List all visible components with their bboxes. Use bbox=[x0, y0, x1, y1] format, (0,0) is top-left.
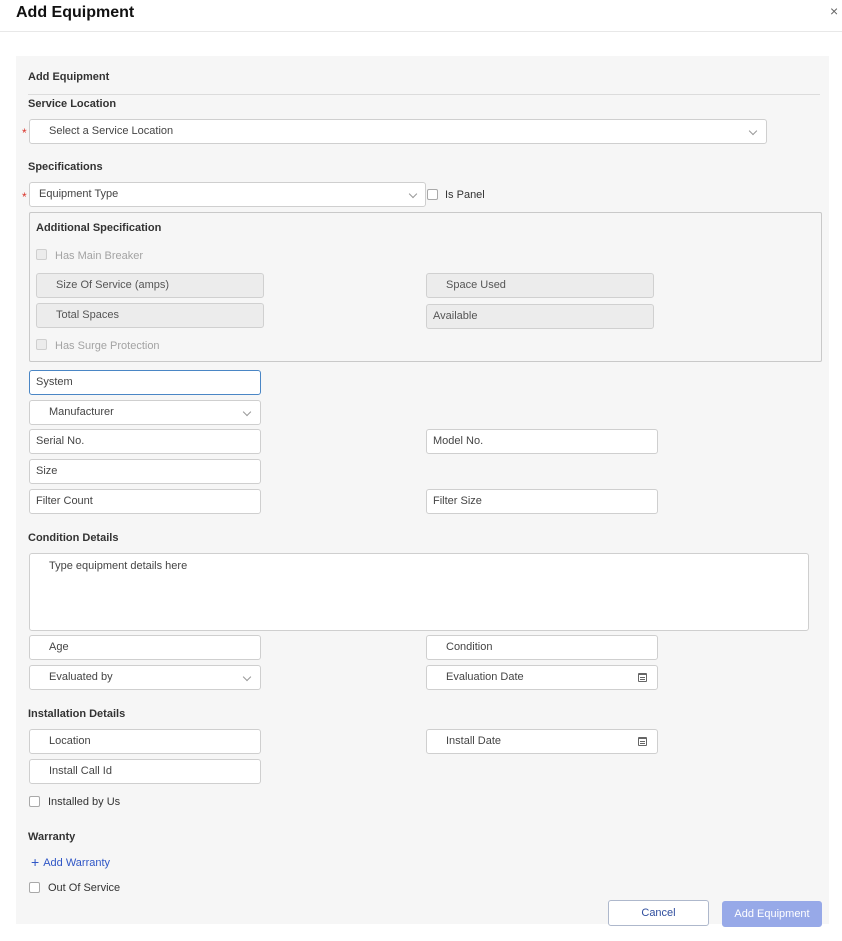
chevron-down-icon bbox=[408, 189, 418, 199]
filter-count-placeholder: Filter Count bbox=[36, 495, 93, 507]
size-placeholder: Size bbox=[36, 465, 58, 477]
add-warranty-link[interactable]: + Add Warranty bbox=[31, 853, 111, 870]
size-of-service-placeholder: Size Of Service (amps) bbox=[56, 279, 170, 291]
install-date-placeholder: Install Date bbox=[446, 735, 502, 747]
equipment-type-placeholder: Equipment Type bbox=[39, 188, 119, 200]
heading-divider bbox=[28, 94, 820, 95]
evaluated-by-placeholder: Evaluated by bbox=[49, 671, 113, 683]
chevron-down-icon bbox=[242, 672, 252, 682]
system-placeholder: System bbox=[36, 376, 73, 388]
has-surge-protection-checkbox bbox=[36, 339, 47, 350]
total-spaces-placeholder: Total Spaces bbox=[56, 309, 119, 321]
size-of-service-field: Size Of Service (amps) bbox=[36, 273, 264, 298]
has-surge-protection-label: Has Surge Protection bbox=[55, 340, 160, 352]
install-date-picker[interactable]: Install Date bbox=[426, 729, 658, 754]
location-field[interactable]: Location bbox=[29, 729, 261, 754]
age-placeholder: Age bbox=[49, 641, 69, 653]
condition-placeholder: Condition bbox=[446, 641, 493, 653]
cancel-button[interactable]: Cancel bbox=[608, 900, 709, 926]
add-equipment-button[interactable]: Add Equipment bbox=[722, 901, 822, 927]
has-main-breaker-checkbox bbox=[36, 249, 47, 260]
plus-icon: + bbox=[31, 854, 40, 870]
available-placeholder: Available bbox=[433, 310, 478, 322]
serial-no-field[interactable]: Serial No. bbox=[29, 429, 261, 454]
required-mark: * bbox=[22, 126, 27, 140]
install-call-id-placeholder: Install Call Id bbox=[49, 765, 112, 777]
warranty-label: Warranty bbox=[28, 831, 76, 843]
dialog-header: Add Equipment × bbox=[0, 0, 842, 32]
form-heading: Add Equipment bbox=[28, 71, 110, 83]
installed-by-us-label: Installed by Us bbox=[48, 796, 121, 808]
location-placeholder: Location bbox=[49, 735, 91, 747]
evaluation-date-placeholder: Evaluation Date bbox=[446, 671, 524, 683]
specifications-label: Specifications bbox=[28, 161, 103, 173]
service-location-placeholder: Select a Service Location bbox=[49, 125, 174, 137]
calendar-icon[interactable] bbox=[638, 737, 647, 746]
install-call-id-field[interactable]: Install Call Id bbox=[29, 759, 261, 784]
condition-field[interactable]: Condition bbox=[426, 635, 658, 660]
condition-details-label: Condition Details bbox=[28, 532, 119, 544]
chevron-down-icon bbox=[242, 407, 252, 417]
manufacturer-placeholder: Manufacturer bbox=[49, 406, 114, 418]
out-of-service-checkbox[interactable] bbox=[29, 882, 40, 893]
is-panel-label: Is Panel bbox=[445, 189, 485, 201]
service-location-select[interactable]: Select a Service Location bbox=[29, 119, 767, 144]
close-icon[interactable]: × bbox=[830, 3, 838, 19]
available-field: Available bbox=[426, 304, 654, 329]
system-field[interactable]: System bbox=[29, 370, 261, 395]
serial-no-placeholder: Serial No. bbox=[36, 435, 85, 447]
is-panel-checkbox[interactable] bbox=[427, 189, 438, 200]
has-main-breaker-label: Has Main Breaker bbox=[55, 250, 144, 262]
evaluated-by-select[interactable]: Evaluated by bbox=[29, 665, 261, 690]
equipment-type-select[interactable]: Equipment Type bbox=[29, 182, 426, 207]
age-field[interactable]: Age bbox=[29, 635, 261, 660]
service-location-label: Service Location bbox=[28, 98, 117, 110]
filter-size-field[interactable]: Filter Size bbox=[426, 489, 658, 514]
chevron-down-icon bbox=[748, 126, 758, 136]
space-used-field: Space Used bbox=[426, 273, 654, 298]
installed-by-us-checkbox[interactable] bbox=[29, 796, 40, 807]
size-field[interactable]: Size bbox=[29, 459, 261, 484]
filter-count-field[interactable]: Filter Count bbox=[29, 489, 261, 514]
model-no-field[interactable]: Model No. bbox=[426, 429, 658, 454]
condition-details-placeholder: Type equipment details here bbox=[49, 560, 188, 572]
dialog-title: Add Equipment bbox=[16, 4, 135, 21]
calendar-icon[interactable] bbox=[638, 673, 647, 682]
evaluation-date-picker[interactable]: Evaluation Date bbox=[426, 665, 658, 690]
filter-size-placeholder: Filter Size bbox=[433, 495, 482, 507]
manufacturer-select[interactable]: Manufacturer bbox=[29, 400, 261, 425]
installation-details-label: Installation Details bbox=[28, 708, 126, 720]
condition-details-textarea[interactable]: Type equipment details here bbox=[29, 553, 809, 631]
additional-specification-title: Additional Specification bbox=[36, 222, 162, 234]
out-of-service-label: Out Of Service bbox=[48, 882, 121, 894]
total-spaces-field: Total Spaces bbox=[36, 303, 264, 328]
model-no-placeholder: Model No. bbox=[433, 435, 484, 447]
required-mark: * bbox=[22, 190, 27, 204]
space-used-placeholder: Space Used bbox=[446, 279, 506, 291]
add-warranty-label: Add Warranty bbox=[43, 857, 111, 869]
